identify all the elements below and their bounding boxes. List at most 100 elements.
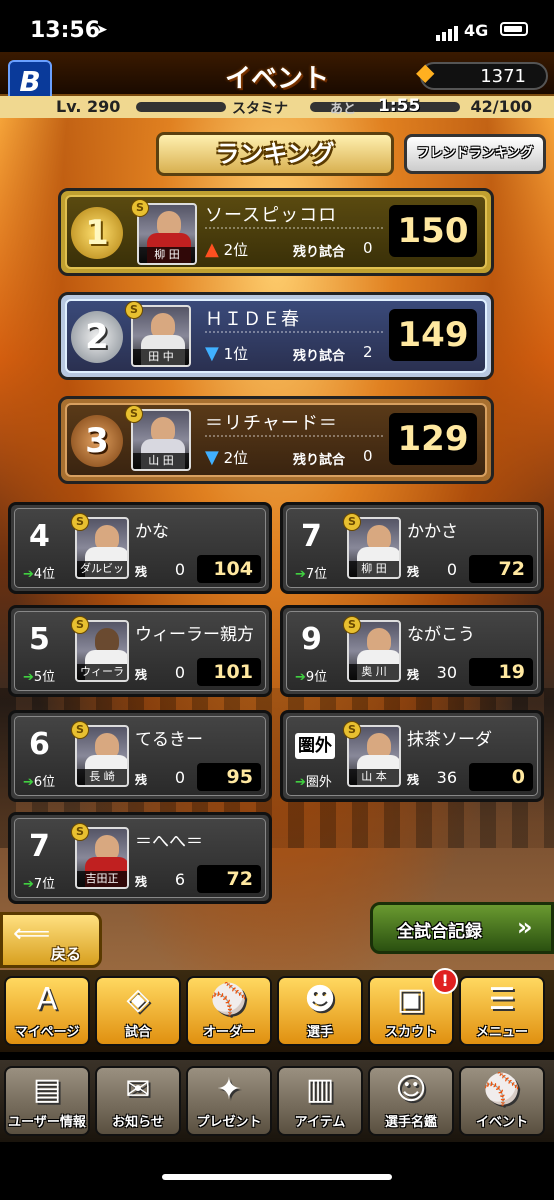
baseball-icon: ⚾ [483, 1072, 521, 1107]
menu-news[interactable]: ✉ お知らせ [95, 1066, 181, 1136]
rank-down-arrow-icon: ▼ [205, 447, 219, 468]
user-info-icon: ▤ [32, 1072, 62, 1107]
rank-down-arrow-icon: ▼ [205, 343, 219, 364]
ranking-card-2[interactable]: 2 田 中 S ＨＩＤＥ春 ▼ 1位 残り試合 2 149 [58, 292, 494, 380]
menu-players[interactable]: ☻ 選手 [277, 976, 363, 1046]
gold-medal-icon: 1 [71, 207, 123, 259]
menu-mypage[interactable]: A マイページ [4, 976, 90, 1046]
previous-rank: ▼ 2位 [205, 447, 249, 468]
rarity-s-icon: S [125, 301, 143, 319]
main-menu: A マイページ ◈ 試合 ⚾ オーダー ☻ 選手 ▣ スカウト! ☰ メニュー [0, 968, 554, 1052]
score: 104 [197, 555, 261, 583]
menu-player-directory[interactable]: ☺ 選手名鑑 [368, 1066, 454, 1136]
player-icon: ☻ [304, 982, 336, 1017]
score: 72 [197, 865, 261, 893]
ranking-card-out[interactable]: 圏外 ➔圏外 山 本 S 抹茶ソーダ 残 36 0 [280, 710, 544, 802]
notification-badge: ! [432, 968, 458, 994]
previous-rank: ➔5位 [23, 670, 56, 685]
user-name: てるきー [135, 730, 203, 750]
ranking-card-6[interactable]: 6 ➔6位 長 崎 S てるきー 残 0 95 [8, 710, 272, 802]
player-level: Lv. 290 [56, 97, 121, 116]
network-type: 4G [464, 21, 489, 40]
ranking-card-4[interactable]: 4 ➔4位 ダルビッシュ S かな 残 0 104 [8, 502, 272, 594]
ranking-card-5[interactable]: 5 ➔5位 ウィーラー S ウィーラー親方 残 0 101 [8, 605, 272, 697]
ranking-card-7b[interactable]: 7 ➔7位 柳 田 S かかさ 残 0 72 [280, 502, 544, 594]
ranking-card-9[interactable]: 9 ➔9位 奥 川 S ながこう 残 30 19 [280, 605, 544, 697]
ranking-card-3[interactable]: 3 山 田 S ＝リチャード＝ ▼ 2位 残り試合 0 129 [58, 396, 494, 484]
user-name: ソースピッコロ [205, 205, 338, 226]
rarity-s-icon: S [71, 513, 89, 531]
remaining-games: 0 [363, 447, 373, 465]
rank-up-arrow-icon: ▲ [205, 239, 219, 260]
ranking-card-1[interactable]: 1 柳 田 S ソースピッコロ ▲ 2位 残り試合 0 150 [58, 188, 494, 276]
rank-number: 圏外 [295, 733, 335, 759]
menu-items[interactable]: ▥ アイテム [277, 1066, 363, 1136]
rank-same-arrow-icon: ➔ [295, 567, 306, 582]
remaining-games: 36 [436, 768, 457, 787]
menu-event[interactable]: ⚾ イベント [459, 1066, 545, 1136]
remaining-games: 0 [363, 239, 373, 257]
user-name: ＨＩＤＥ春 [205, 309, 300, 330]
previous-rank: ▼ 1位 [205, 343, 249, 364]
stadium-icon: ◈ [126, 982, 150, 1017]
menu-scout[interactable]: ▣ スカウト! [368, 968, 458, 1046]
menu-order[interactable]: ⚾ オーダー [186, 976, 272, 1046]
score: 72 [469, 555, 533, 583]
silver-medal-icon: 2 [71, 311, 123, 363]
chevron-right-icon: » [517, 913, 533, 941]
back-arrow-icon: ⟸ [13, 919, 51, 949]
remaining-games-label: 残 [407, 565, 420, 579]
rank-number: 4 [29, 519, 50, 554]
menu-icon: ☰ [488, 982, 516, 1017]
previous-rank: ➔7位 [23, 877, 56, 892]
remaining-games-label: 残 [135, 773, 148, 787]
friend-ranking-button[interactable]: フレンドランキング [404, 134, 546, 174]
status-bar: 13:56 ➤ 4G [0, 0, 554, 60]
menu-menu[interactable]: ☰ メニュー [459, 976, 545, 1046]
coin-balance[interactable]: ◆ 1371 [416, 58, 548, 90]
coin-value: 1371 [480, 66, 526, 87]
remaining-games: 0 [174, 663, 185, 682]
previous-rank: ➔圏外 [295, 775, 332, 790]
divider [205, 435, 383, 437]
previous-rank: ➔9位 [295, 670, 328, 685]
all-records-button[interactable]: 全試合記録 » [370, 902, 554, 954]
item-book-icon: ▥ [305, 1072, 335, 1107]
app-header: B イベント ◆ 1371 [0, 52, 554, 104]
home-indicator [0, 1142, 554, 1200]
home-bar[interactable] [162, 1174, 392, 1180]
rank-number: 9 [301, 622, 322, 657]
stamina-label: スタミナ [232, 101, 288, 117]
rarity-s-icon: S [343, 616, 361, 634]
stamina-bar: Lv. 290 スタミナ あと 1:55 42/100 [0, 96, 554, 118]
remaining-games-label: 残 [135, 875, 148, 889]
remaining-games-label: 残 [135, 668, 148, 682]
score: 129 [389, 413, 477, 465]
user-name: ＝リチャード＝ [205, 413, 338, 434]
remaining-games-label: 残り試合 [293, 349, 346, 364]
ranking-title: ランキング [156, 132, 394, 176]
remaining-games-label: 残 [407, 668, 420, 682]
menu-user-info[interactable]: ▤ ユーザー情報 [4, 1066, 90, 1136]
menu-present[interactable]: ✦ プレゼント [186, 1066, 272, 1136]
rarity-s-icon: S [131, 199, 149, 217]
user-name: ながこう [407, 625, 475, 645]
exp-gauge [136, 102, 226, 112]
remaining-games-label: 残 [407, 773, 420, 787]
back-button[interactable]: ⟸ 戻る [0, 912, 102, 968]
bronze-medal-icon: 3 [71, 415, 123, 467]
location-arrow-icon: ➤ [96, 22, 108, 38]
menu-game[interactable]: ◈ 試合 [95, 976, 181, 1046]
stamina-count: 42/100 [470, 97, 532, 116]
remaining-games-label: 残り試合 [293, 245, 346, 260]
remaining-games: 0 [174, 560, 185, 579]
user-name: 抹茶ソーダ [407, 730, 492, 750]
score: 0 [469, 763, 533, 791]
ranking-card-7[interactable]: 7 ➔7位 吉田正 S ＝へへ＝ 残 6 72 [8, 812, 272, 904]
previous-rank: ➔6位 [23, 775, 56, 790]
rank-number: 7 [301, 519, 322, 554]
rarity-s-icon: S [343, 721, 361, 739]
stamina-remaining-label: あと [330, 102, 357, 117]
signal-icon [436, 22, 460, 41]
user-name: ウィーラー親方 [135, 625, 254, 645]
